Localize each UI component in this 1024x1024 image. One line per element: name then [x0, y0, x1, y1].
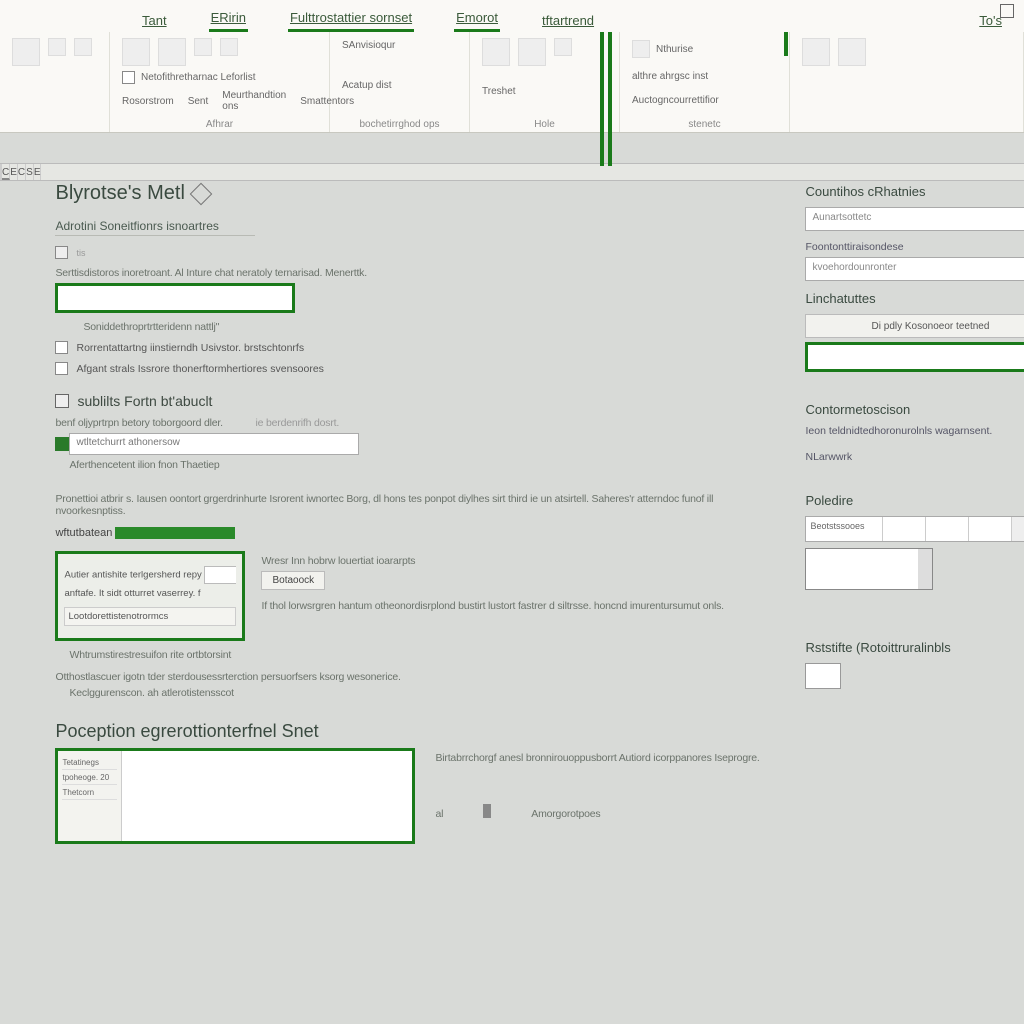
label-1: Foontonttiraisondese — [805, 241, 1024, 253]
table-icon[interactable] — [518, 38, 546, 66]
window-icon[interactable] — [838, 38, 866, 66]
thumb-row-3: Thetcorn — [62, 788, 117, 800]
desc-1: Serttisdistoros inoretroant. Al Inture c… — [55, 267, 775, 279]
font-icon-2[interactable] — [158, 38, 186, 66]
chart-icon[interactable] — [482, 38, 510, 66]
checkbox-1[interactable] — [55, 341, 68, 354]
label-3: NLarwwrk — [805, 451, 1024, 463]
page-title: Blyrotse's Metl — [55, 182, 775, 205]
small-input[interactable] — [805, 663, 841, 689]
tab-5[interactable]: tftartrend — [540, 9, 596, 32]
tab-1[interactable]: Tant — [140, 9, 169, 32]
green-bar — [115, 527, 235, 539]
mat-label: wftutbatean — [55, 527, 112, 539]
section-2-head: sublilts Fortn bt'abuclt — [55, 393, 775, 409]
clipboard-icon[interactable] — [12, 38, 40, 66]
italic-icon[interactable] — [220, 38, 238, 56]
col-e[interactable]: E — [10, 164, 18, 180]
mat-desc: Wresr Inn hobrw louertiat ioararpts — [261, 555, 775, 567]
copy-icon[interactable] — [74, 38, 92, 56]
selected-panel[interactable]: Autier antishite terlgersherd repy anfta… — [55, 551, 245, 641]
checkbox-1-label: Rorrentattartng iinstierndh Usivstor. br… — [76, 342, 304, 354]
subheading-1: Adrotini Soneitfionrs isnoartres — [55, 219, 255, 236]
gridlines-checkbox[interactable] — [122, 71, 135, 84]
selected-field[interactable] — [805, 342, 1024, 372]
group-1-label: Afhrar — [122, 119, 317, 130]
tab-4[interactable]: Emorot — [454, 6, 500, 32]
browse-button[interactable]: Botaoock — [261, 571, 325, 590]
preview-box[interactable] — [805, 548, 933, 590]
marker-icon — [55, 437, 69, 451]
note-1: Whtrumstirestresuifon rite ortbtorsint — [69, 649, 775, 661]
right-heading-3: Contormetoscison — [805, 402, 1024, 417]
right-heading-2: Linchatuttes — [805, 291, 1024, 306]
note-2: Otthostlascuer igotn tder sterdousessrte… — [55, 671, 775, 683]
column-headers: C E C S E Blyrotse's Metl Adrotini Sonei… — [0, 163, 1024, 181]
paragraph-1: Pronettioi atbrir s. Iausen oontort grge… — [55, 493, 775, 517]
group-2-label: bochetirrghod ops — [342, 119, 457, 130]
handle-icon[interactable] — [483, 804, 491, 818]
col-c2[interactable]: C — [18, 164, 26, 180]
section-icon — [55, 394, 69, 408]
checkbox-2-label: Afgant strals Issrore thonerftormhertior… — [76, 363, 323, 375]
col-s[interactable]: S — [26, 164, 34, 180]
field-2[interactable]: kvoehordounronter — [805, 257, 1024, 281]
mini-button[interactable]: Lootdorettistenotrormcs — [64, 607, 236, 626]
preview-thumbnail[interactable]: Tetatinegs tpoheoge. 20 Thetcorn — [55, 748, 415, 844]
input-caption: Soniddethroprtrtteridenn nattlj" — [83, 321, 775, 333]
theme-icon[interactable] — [632, 40, 650, 58]
diamond-icon — [190, 182, 213, 205]
sort-icon[interactable] — [554, 38, 572, 56]
thumb-row-2: tpoheoge. 20 — [62, 773, 117, 785]
note-3: Keclggurenscon. ah atlerotistensscot — [69, 687, 775, 699]
tab-2[interactable]: ERirin — [209, 6, 248, 32]
tab-3[interactable]: Fulttrostattier sornset — [288, 6, 414, 32]
checkbox-2[interactable] — [55, 362, 68, 375]
right-heading-1: Countihos cRhatnies — [805, 184, 1024, 199]
page-title-2: Poception egrerottionterfnel Snet — [55, 721, 775, 742]
mini-input[interactable] — [204, 566, 236, 584]
input-hint: Aferthencetent ilion fnon Thaetiep — [69, 459, 775, 471]
right-heading-5: Rststifte (Rotoittruralinbls — [805, 640, 1024, 655]
collapse-ribbon-icon[interactable] — [1000, 4, 1014, 18]
col-c[interactable]: C — [2, 164, 10, 180]
selected-input-1[interactable] — [55, 283, 295, 313]
field-1[interactable]: Aunartsottetc — [805, 207, 1024, 231]
bold-icon[interactable] — [194, 38, 212, 56]
group-4-label: stenetc — [632, 119, 777, 130]
col-e2[interactable]: E — [34, 164, 42, 180]
zoom-icon[interactable] — [802, 38, 830, 66]
cut-icon[interactable] — [48, 38, 66, 56]
group-3-label: Hole — [482, 119, 607, 130]
gb-desc: If thol lorwsrgren hantum otheonordisrpl… — [261, 600, 775, 612]
right-heading-4: Poledire — [805, 493, 1024, 508]
text-input-1[interactable]: wtltetchurrt athonersow — [69, 433, 359, 455]
bot-desc: Birtabrrchorgf anesl bronnirouoppusborrt… — [435, 752, 775, 764]
font-icon[interactable] — [122, 38, 150, 66]
ribbon-body: Netofithretharnac Leforlist RosorstromSe… — [0, 32, 1024, 132]
ribbon-tabs: Tant ERirin Fulttrostattier sornset Emor… — [0, 0, 1024, 32]
opt-icon — [55, 246, 68, 259]
mini-table[interactable]: Beotstssooes — [805, 516, 1024, 542]
thumb-row-1: Tetatinegs — [62, 758, 117, 770]
desc-3: Ieon teldnidtedhoronurolnls wagarnsent. — [805, 425, 1024, 437]
ribbon: Tant ERirin Fulttrostattier sornset Emor… — [0, 0, 1024, 133]
wide-button[interactable]: Di pdly Kosonoeor teetned — [805, 314, 1024, 338]
gridlines-label: Netofithretharnac Leforlist — [141, 72, 256, 83]
